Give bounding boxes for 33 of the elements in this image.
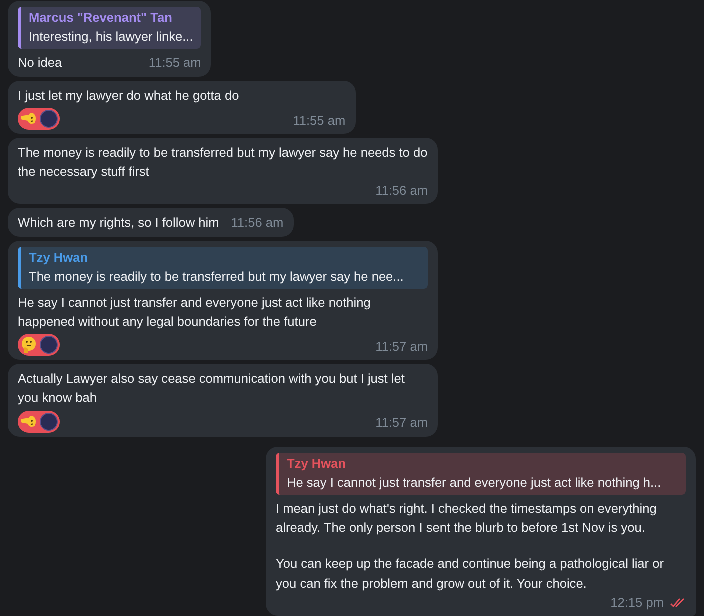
message-time: 11:57 am — [376, 414, 428, 432]
message-time: 12:15 pm — [610, 594, 664, 612]
thinking-face-emoji-icon — [20, 336, 38, 354]
reply-quote[interactable]: Tzy Hwan The money is readily to be transferred but my lawyer say he nee... — [18, 246, 428, 289]
reaction-chip[interactable] — [18, 410, 60, 433]
message-time: 11:55 am — [293, 112, 346, 130]
avatar-icon — [40, 110, 58, 128]
message-time: 11:56 am — [231, 214, 284, 232]
reaction-chip[interactable] — [18, 108, 60, 130]
message-text: You can keep up the facade and continue being a pathological liar or you can fix the problem and grow out of it. Your choice. — [276, 555, 665, 593]
message-text: He say I cannot just transfer and everyone just act like nothing happened without any legal boundaries for the future — [18, 294, 372, 332]
message-text: Which are my rights, so I follow him — [18, 214, 220, 232]
quoted-sender-name: Tzy Hwan — [29, 248, 90, 267]
message-text: I mean just do what's right. I checked the timestamps on everything already. The only person I sent the blurb to before 1st Nov is you. — [276, 500, 658, 538]
quoted-message-text: The money is readily to be transferred but my lawyer say he nee... — [29, 268, 405, 286]
pointing-hand-emoji-icon — [20, 414, 38, 430]
quoted-sender-name: Tzy Hwan — [287, 454, 348, 473]
message-text: No idea — [18, 54, 62, 72]
reply-quote[interactable]: Tzy Hwan He say I cannot just transfer and everyone just act like nothing h... — [276, 452, 686, 495]
reply-quote[interactable]: Marcus "Revenant" Tan Interesting, his lawyer linke... — [18, 7, 202, 50]
message-text: Actually Lawyer also say cease communication with you but I just let you know bah — [18, 370, 406, 408]
message-text: The money is readily to be transferred but my lawyer say he needs to do the necessary stuff first — [18, 144, 428, 181]
message-time: 11:55 am — [148, 54, 202, 72]
quoted-message-text: He say I cannot just transfer and everyone just act like nothing h... — [287, 474, 662, 492]
pointing-hand-emoji-icon — [20, 110, 38, 127]
reaction-chip[interactable] — [18, 334, 60, 356]
avatar-icon — [40, 412, 58, 431]
message-time: 11:57 am — [376, 338, 428, 356]
message-text: I just let my lawyer do what he gotta do — [18, 86, 240, 105]
avatar-icon — [40, 336, 58, 354]
quoted-sender-name: Marcus "Revenant" Tan — [29, 9, 174, 27]
message-time: 11:56 am — [376, 182, 428, 200]
quoted-message-text: Interesting, his lawyer linke... — [29, 28, 194, 46]
